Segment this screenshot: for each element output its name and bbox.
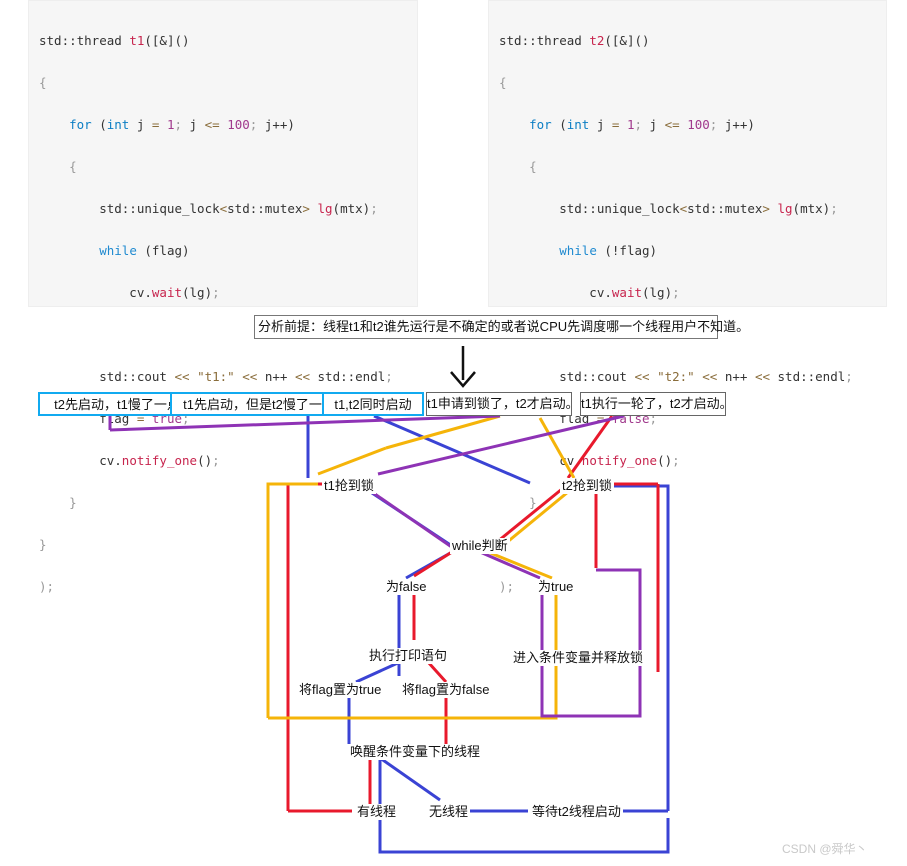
node-do-print: 执行打印语句 — [367, 648, 450, 664]
code-line: std::thread t1([&]() — [39, 33, 190, 48]
node-has-thread: 有线程 — [355, 804, 399, 820]
code-line: while (flag) — [99, 243, 190, 258]
code-line: for (int j = 1; j <= 100; j++) — [69, 117, 295, 132]
node-wait-t2-start: 等待t2线程启动 — [530, 804, 623, 820]
node-while-check: while判断 — [450, 538, 510, 554]
analysis-premise-box: 分析前提：线程t1和t2谁先运行是不确定的或者说CPU先调度哪一个线程用户不知道… — [254, 315, 749, 339]
code-line: while (!flag) — [559, 243, 658, 258]
node-is-true: 为true — [536, 579, 576, 595]
code-line: std::unique_lock<std::mutex> lg(mtx); — [499, 201, 838, 216]
node-t1-acquired-lock: t1抢到锁 — [322, 478, 376, 494]
node-set-flag-true: 将flag置为true — [297, 682, 384, 698]
arrow-down-icon — [450, 346, 476, 388]
code-line: std::cout << "t2:" << n++ << std::endl; — [499, 369, 853, 384]
code-line: cv.wait(lg); — [39, 285, 220, 300]
node-no-thread: 无线程 — [427, 804, 471, 820]
case-box-3[interactable]: t1,t2同时启动 — [322, 392, 424, 416]
code-line: ); — [39, 579, 55, 594]
node-enter-condvar: 进入条件变量并释放锁 — [511, 650, 646, 666]
code-line: { — [39, 75, 47, 90]
code-line: std::thread t2([&]() — [499, 33, 650, 48]
code-line: { — [499, 75, 507, 90]
code-line: cv.notify_one(); — [39, 453, 220, 468]
code-line: cv.wait(lg); — [499, 285, 680, 300]
code-line: } — [69, 495, 77, 510]
node-is-false: 为false — [384, 579, 429, 595]
case-box-5[interactable]: t1执行一轮了，t2才启动。 — [580, 392, 733, 416]
code-line: cv.notify_one(); — [499, 453, 680, 468]
thread-t1-code-panel: std::thread t1([&]() { for (int j = 1; j… — [28, 0, 418, 594]
node-t2-acquired-lock: t2抢到锁 — [560, 478, 614, 494]
code-line: std::cout << "t1:" << n++ << std::endl; — [39, 369, 393, 384]
node-notify-condvar: 唤醒条件变量下的线程 — [348, 744, 483, 760]
case-box-4[interactable]: t1申请到锁了，t2才启动。 — [426, 392, 579, 416]
code-line: for (int j = 1; j <= 100; j++) — [529, 117, 755, 132]
code-line: { — [529, 159, 537, 174]
thread-t2-code-panel: std::thread t2([&]() { for (int j = 1; j… — [488, 0, 887, 594]
code-line: } — [529, 495, 537, 510]
code-line: } — [499, 534, 876, 555]
code-line: } — [39, 537, 47, 552]
code-line: std::unique_lock<std::mutex> lg(mtx); — [39, 201, 378, 216]
csdn-watermark: CSDN @舜华丶 — [782, 842, 868, 856]
code-line: { — [69, 159, 77, 174]
node-set-flag-false: 将flag置为false — [400, 682, 492, 698]
